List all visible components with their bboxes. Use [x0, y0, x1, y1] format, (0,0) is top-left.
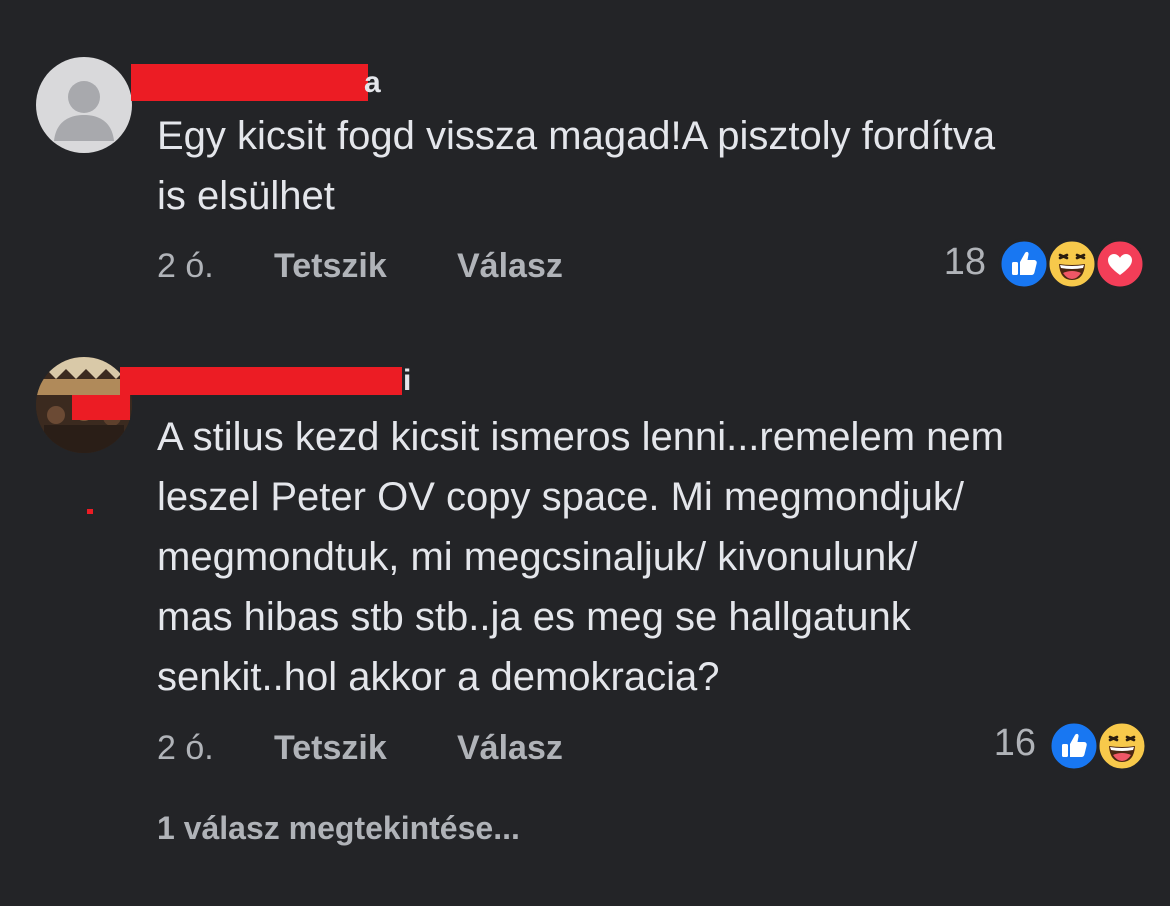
comment-actions: 2 ó. Tetszik Válasz [157, 246, 563, 286]
redacted-author-name [120, 367, 402, 395]
comment-time[interactable]: 2 ó. [157, 247, 274, 286]
redacted-avatar-area [72, 395, 130, 420]
like-button[interactable]: Tetszik [274, 247, 457, 286]
love-icon [1094, 238, 1146, 290]
reaction-count[interactable]: 16 [966, 722, 1036, 765]
comment-text: A stilus kezd kicsit ismeros lenni...rem… [157, 415, 1004, 699]
like-icon [998, 238, 1050, 290]
redaction-mark [87, 509, 93, 514]
haha-icon [1096, 720, 1148, 772]
author-name-tail[interactable]: i [403, 366, 411, 396]
default-avatar[interactable] [36, 57, 132, 153]
reaction-count[interactable]: 18 [920, 241, 986, 284]
reaction-summary[interactable] [1048, 720, 1148, 772]
view-replies-link[interactable]: 1 válasz megtekintése... [157, 810, 520, 847]
like-button[interactable]: Tetszik [274, 729, 457, 768]
comment-thread: a Egy kicsit fogd vissza magad!A pisztol… [0, 0, 1170, 906]
reply-button[interactable]: Válasz [457, 247, 563, 286]
comment-text: Egy kicsit fogd vissza magad!A pisztoly … [157, 114, 996, 218]
redacted-author-name [131, 64, 368, 101]
person-silhouette-icon [54, 81, 114, 141]
like-icon [1048, 720, 1100, 772]
comment-actions: 2 ó. Tetszik Válasz [157, 728, 563, 768]
haha-icon [1046, 238, 1098, 290]
reaction-summary[interactable] [998, 238, 1148, 290]
reply-button[interactable]: Válasz [457, 729, 563, 768]
author-name-tail[interactable]: a [364, 68, 381, 98]
comment-time[interactable]: 2 ó. [157, 729, 274, 768]
